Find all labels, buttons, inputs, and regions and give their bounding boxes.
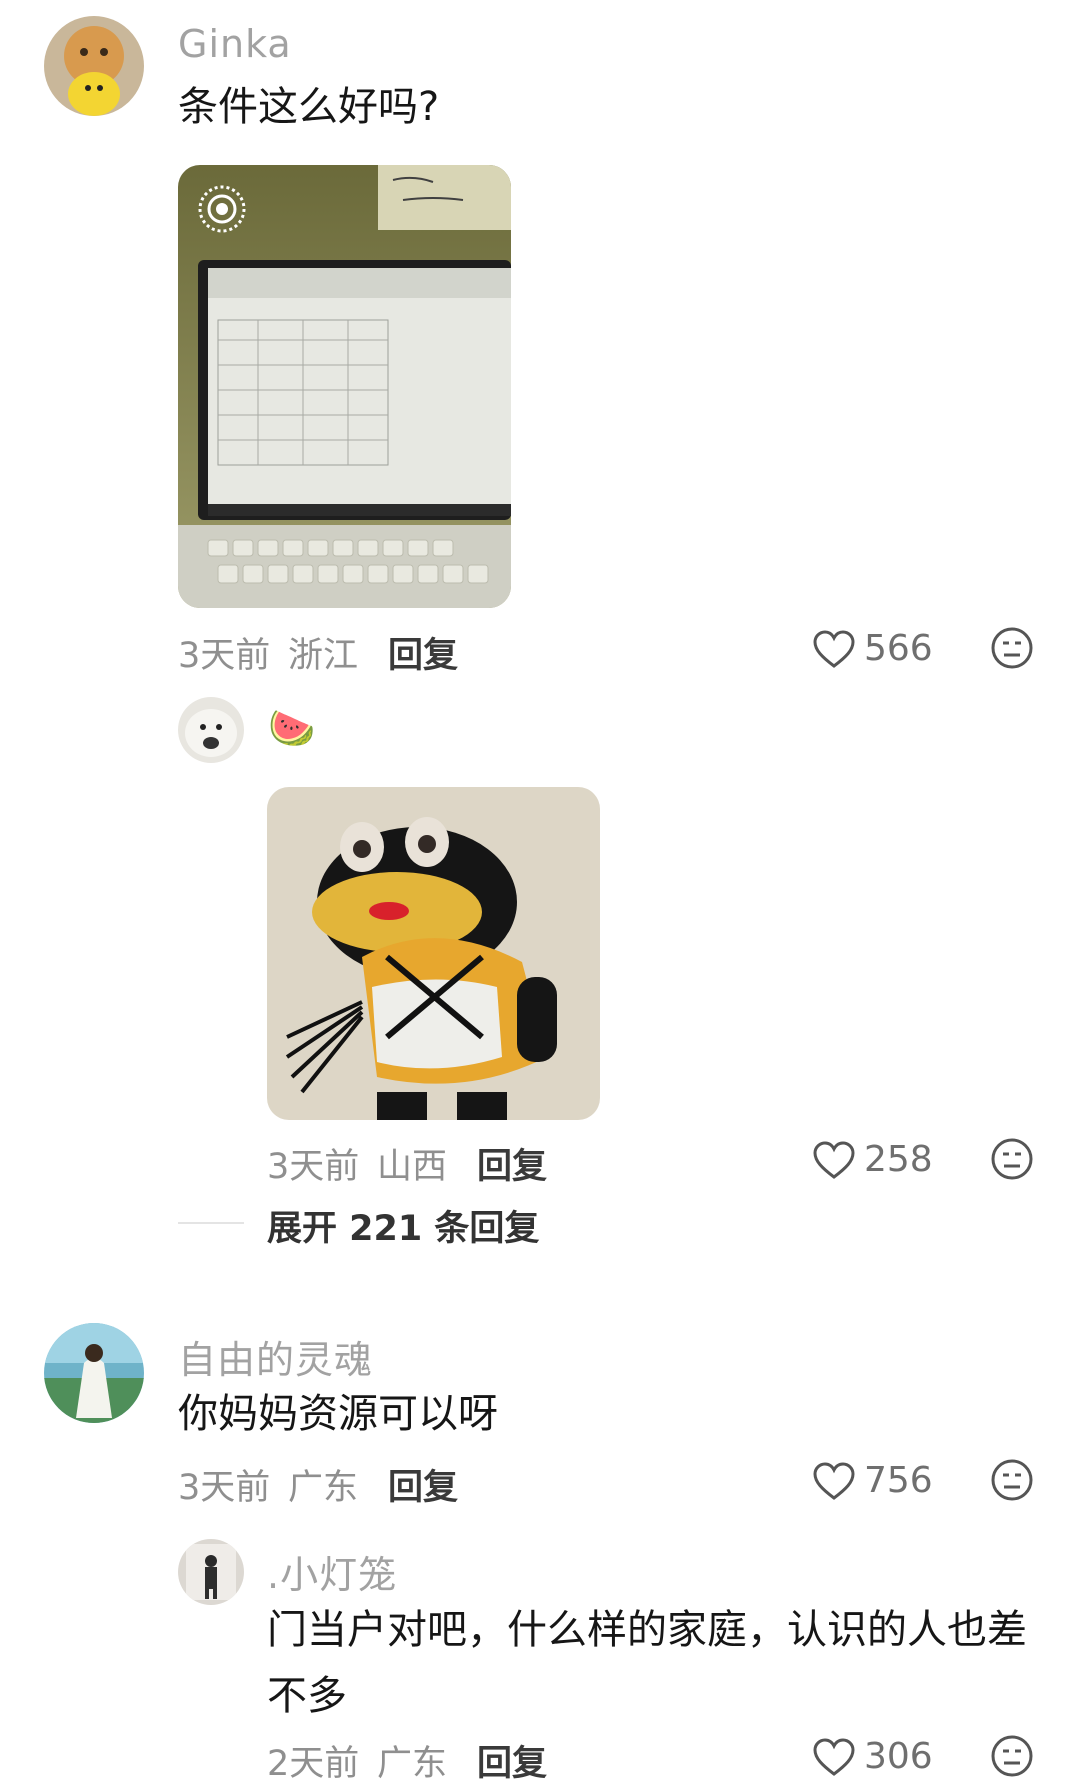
like-count: 306 <box>864 1736 933 1777</box>
like-button[interactable]: 566 <box>812 628 933 669</box>
neutral-face-icon <box>991 1138 1033 1180</box>
reply-time: 3天前 <box>267 1147 360 1187</box>
reply-button[interactable]: 回复 <box>388 1459 458 1510</box>
heart-outline-icon <box>813 1140 855 1179</box>
reply-button[interactable]: 回复 <box>477 1138 547 1189</box>
comment-image[interactable] <box>178 165 511 608</box>
avatar[interactable] <box>44 16 144 116</box>
comment-text: 你妈妈资源可以呀 <box>178 1391 498 1437</box>
comment-time: 3天前 <box>178 636 271 676</box>
like-button[interactable]: 258 <box>812 1139 933 1180</box>
avatar[interactable] <box>178 1539 244 1605</box>
react-button[interactable] <box>990 1137 1034 1181</box>
reply-button[interactable]: 回复 <box>477 1735 547 1786</box>
avatar[interactable] <box>44 1323 144 1423</box>
comment-location: 广东 <box>288 1468 359 1508</box>
username[interactable]: 自由的灵魂 <box>178 1329 373 1384</box>
comment-location: 浙江 <box>288 636 359 676</box>
heart-outline-icon <box>813 1737 855 1776</box>
emoji-reply: 🍉 <box>268 706 316 750</box>
reply-location: 山西 <box>377 1147 448 1187</box>
react-button[interactable] <box>990 1734 1034 1778</box>
neutral-face-icon <box>991 1735 1033 1777</box>
reply-button[interactable]: 回复 <box>388 627 458 678</box>
expand-divider <box>178 1222 244 1224</box>
like-count: 756 <box>864 1460 933 1501</box>
neutral-face-icon <box>991 627 1033 669</box>
like-button[interactable]: 756 <box>812 1460 933 1501</box>
comment-time: 3天前 <box>178 1468 271 1508</box>
comment-text: 条件这么好吗? <box>178 84 440 130</box>
react-button[interactable] <box>990 626 1034 670</box>
reply-text: 门当户对吧，什么样的家庭，认识的人也差不多 <box>267 1607 1027 1719</box>
heart-outline-icon <box>813 1461 855 1500</box>
react-button[interactable] <box>990 1458 1034 1502</box>
username[interactable]: Ginka <box>178 22 292 66</box>
reply-location: 广东 <box>377 1744 448 1784</box>
username[interactable]: .小灯笼 <box>267 1544 397 1599</box>
like-count: 258 <box>864 1139 933 1180</box>
like-button[interactable]: 306 <box>812 1736 933 1777</box>
like-count: 566 <box>864 628 933 669</box>
avatar[interactable] <box>178 697 244 763</box>
neutral-face-icon <box>991 1459 1033 1501</box>
sticker-image[interactable] <box>267 787 600 1120</box>
expand-replies-button[interactable]: 展开 221 条回复 <box>267 1200 539 1251</box>
reply-time: 2天前 <box>267 1744 360 1784</box>
heart-outline-icon <box>813 629 855 668</box>
